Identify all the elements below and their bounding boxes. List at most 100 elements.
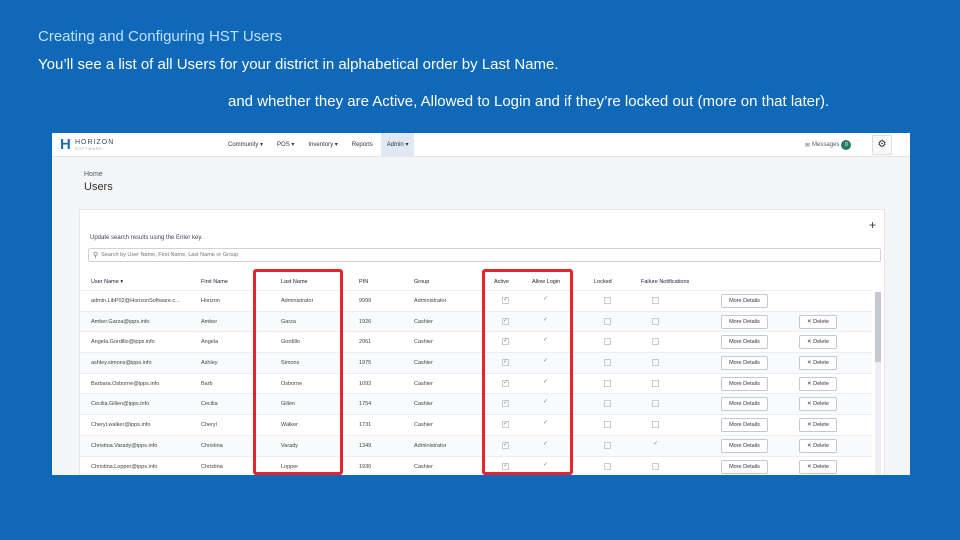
slide-text-line2: and whether they are Active, Allowed to … [228,93,830,110]
cell-user-name: ashley.simons@ipps.info [91,360,152,367]
nav-reports[interactable]: Reports [346,133,379,157]
failure-notifications-checkbox[interactable] [652,317,659,325]
cell-pin: 1926 [359,318,372,325]
cell-first-name: Ashley [201,360,218,367]
search-hint: Update search results using the Enter ke… [90,235,203,241]
table-row: Barbara.Osborne@ipps.info Barb Osborne 1… [80,372,872,394]
failure-notifications-checkbox[interactable] [652,421,659,429]
cell-group: Administrator [414,442,447,449]
add-user-button[interactable]: + [869,218,876,232]
delete-button[interactable]: ✕ Delete [799,438,837,453]
more-details-button[interactable]: More Details [721,335,768,350]
failure-notifications-checkbox[interactable] [652,462,659,470]
cell-first-name: Horizon [201,298,220,304]
table-row: Amber.Garza@ipps.info Amber Garza 1926 C… [80,310,872,332]
cell-group: Cashier [414,463,433,470]
locked-checkbox[interactable] [604,297,611,304]
messages-link[interactable]: ✉ Messages 0 [805,140,852,150]
locked-checkbox[interactable] [604,421,611,429]
page-title: Users [84,181,113,193]
more-details-button[interactable]: More Details [721,356,768,371]
horizon-logo[interactable]: H HORIZON SOFTWARE [60,137,114,152]
slide-title: Creating and Configuring HST Users [38,28,283,45]
nav-admin[interactable]: Admin ▾ [380,133,415,157]
more-details-button[interactable]: More Details [721,438,768,453]
col-user-name[interactable]: User Name ▾ [91,279,123,285]
cell-pin: 1754 [359,401,372,408]
slide-text-line1: You’ll see a list of all Users for your … [38,56,559,73]
more-details-button[interactable]: More Details [721,314,768,329]
locked-checkbox[interactable] [604,359,611,367]
delete-button[interactable]: ✕ Delete [799,459,837,474]
failure-notifications-checkbox[interactable] [652,297,659,304]
cell-group: Cashier [414,422,433,429]
more-details-button[interactable]: More Details [721,397,768,412]
locked-checkbox[interactable] [604,462,611,470]
cell-first-name: Christina [201,442,223,449]
cell-first-name: Barb [201,380,213,387]
table-row: admin.LibP02@HorizonSoftware.c... Horizo… [80,290,872,311]
gear-icon[interactable]: ⚙ [872,135,892,155]
cell-user-name: Christina.Varady@ipps.info [91,442,158,449]
delete-button[interactable]: ✕ Delete [799,356,837,371]
locked-checkbox[interactable] [604,400,611,408]
col-pin[interactable]: PIN [359,279,368,285]
table-row: Christina.Varady@ipps.info Christina Var… [80,434,872,456]
col-first-name[interactable]: First Name [201,279,228,285]
active-login-columns-highlight [482,269,573,475]
col-group[interactable]: Group [414,279,429,285]
logo-subtext: SOFTWARE [75,146,103,151]
nav-inventory[interactable]: Inventory ▾ [302,133,343,157]
cell-user-name: Amber.Garza@ipps.info [91,318,150,325]
cell-pin: 1349 [359,442,372,449]
more-details-button[interactable]: More Details [721,376,768,391]
table-row: Christina.Lopper@ipps.info Christina Lop… [80,455,872,476]
cell-user-name: Angela.Gordillo@ipps.info [91,339,155,346]
table-row: Angela.Gordillo@ipps.info Angela Gordill… [80,331,872,352]
more-details-button[interactable]: More Details [721,418,768,433]
more-details-button[interactable]: More Details [721,294,768,308]
breadcrumb[interactable]: Home [84,171,103,178]
more-details-button[interactable]: More Details [721,459,768,474]
cell-user-name: Cheryl.walker@ipps.info [91,422,151,429]
users-table-body: admin.LibP02@HorizonSoftware.c... Horizo… [80,290,872,475]
table-row: Cecilia.Gillen@ipps.info Cecilia Gillen … [80,393,872,415]
nav-community[interactable]: Community ▾ [222,133,269,157]
cell-group: Cashier [414,401,433,408]
delete-button[interactable]: ✕ Delete [799,397,837,412]
delete-button[interactable]: ✕ Delete [799,314,837,329]
locked-checkbox[interactable] [604,338,611,346]
scrollbar-thumb[interactable] [875,292,881,362]
search-input[interactable] [101,252,802,258]
table-row: ashley.simons@ipps.info Ashley Simons 19… [80,352,872,373]
table-row: Cheryl.walker@ipps.info Cheryl Walker 17… [80,414,872,435]
col-locked[interactable]: Locked [594,279,612,285]
cell-first-name: Cecilia [201,401,218,408]
failure-notifications-checkbox[interactable] [652,379,659,387]
last-name-column-highlight [253,269,343,475]
messages-label: Messages [812,142,840,148]
table-scrollbar[interactable] [875,292,881,475]
failure-notifications-checkbox[interactable] [652,359,659,367]
locked-checkbox[interactable] [604,379,611,387]
cell-pin: 1930 [359,463,372,470]
locked-checkbox[interactable] [604,441,611,449]
delete-button[interactable]: ✕ Delete [799,376,837,391]
nav-pos[interactable]: POS ▾ [271,133,300,157]
col-failure-notifications[interactable]: Failure Notifications [641,279,689,285]
failure-notifications-checkbox[interactable] [652,400,659,408]
top-navigation-bar: H HORIZON SOFTWARE Community ▾ POS ▾ Inv… [52,133,910,157]
cell-group: Cashier [414,380,433,387]
locked-checkbox[interactable] [604,317,611,325]
failure-notifications-checkbox[interactable] [652,338,659,346]
cell-pin: 1731 [359,422,372,429]
delete-button[interactable]: ✕ Delete [799,335,837,350]
cell-user-name: Barbara.Osborne@ipps.info [91,380,160,387]
table-header: User Name ▾ First Name Last Name PIN Gro… [80,276,880,289]
delete-button[interactable]: ✕ Delete [799,418,837,433]
cell-first-name: Christina [201,463,223,470]
failure-notifications-checkbox[interactable]: ✓ [652,441,659,449]
cell-first-name: Angela [201,339,219,346]
logo-text: HORIZON [75,138,115,146]
cell-group: Cashier [414,318,433,325]
